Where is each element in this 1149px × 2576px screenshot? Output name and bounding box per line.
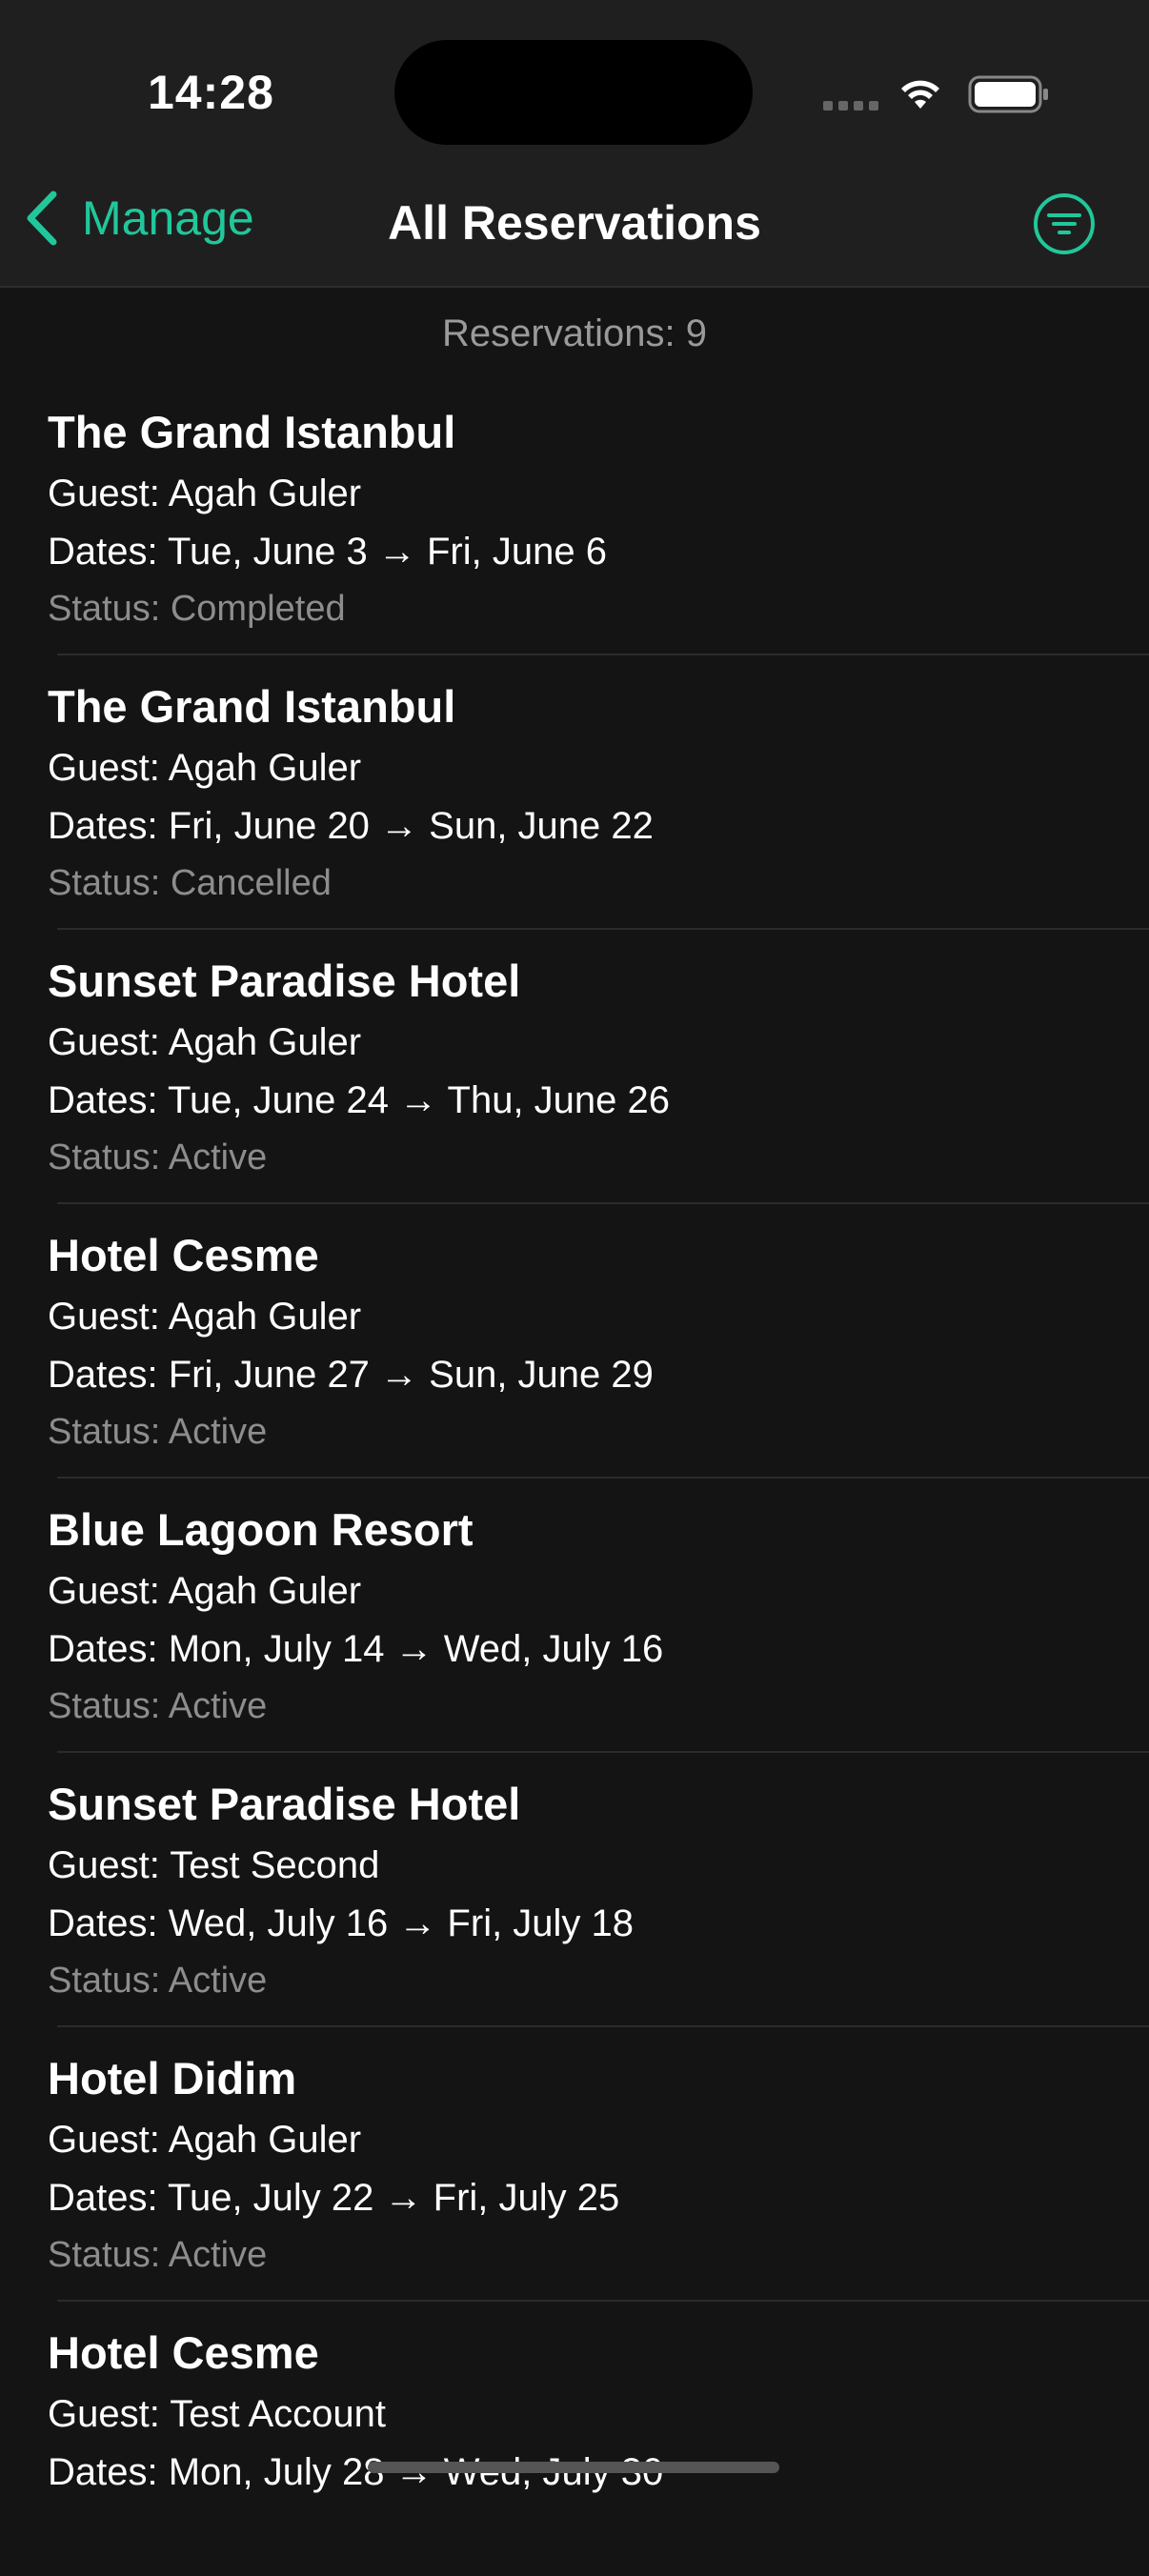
reservation-dates: Dates: Tue, June 24 → Thu, June 26: [48, 1079, 671, 1121]
reservation-row[interactable]: Blue Lagoon Resort Guest: Agah Guler Dat…: [0, 1479, 1149, 1753]
reservation-status: Status: Active: [48, 1137, 268, 1177]
reservation-count: Reservations: 9: [442, 312, 707, 354]
battery-icon: [968, 74, 1050, 119]
reservation-dates: Dates: Tue, June 3 → Fri, June 6: [48, 531, 607, 573]
reservation-status: Status: Active: [48, 1686, 268, 1726]
reservation-dates: Dates: Tue, July 22 → Fri, July 25: [48, 2177, 620, 2219]
guest-name: Guest: Agah Guler: [48, 473, 362, 514]
navigation-bar: 14:28 Manage All Reservations: [0, 0, 1149, 288]
wifi-icon: [896, 72, 945, 115]
reservation-status: Status: Active: [48, 2235, 268, 2275]
guest-name: Guest: Agah Guler: [48, 2119, 362, 2161]
filter-circle-icon: [1034, 193, 1095, 254]
hotel-name: Hotel Cesme: [48, 2327, 319, 2378]
page-title: All Reservations: [388, 196, 761, 250]
home-indicator: [368, 2462, 779, 2473]
hotel-name: Hotel Cesme: [48, 1230, 319, 1280]
guest-name: Guest: Agah Guler: [48, 1021, 362, 1063]
hotel-name: Blue Lagoon Resort: [48, 1504, 474, 1555]
reservation-row[interactable]: Hotel Cesme Guest: Test Account Dates: M…: [0, 2302, 1149, 2576]
status-time: 14:28: [148, 66, 274, 119]
dynamic-island: [394, 40, 753, 145]
reservation-dates: Dates: Mon, July 14 → Wed, July 16: [48, 1628, 664, 1670]
reservation-status: Status: Cancelled: [48, 863, 332, 903]
guest-name: Guest: Agah Guler: [48, 1296, 362, 1338]
cellular-signal-icon: [823, 101, 878, 111]
hotel-name: Sunset Paradise Hotel: [48, 956, 521, 1006]
reservation-status: Status: Active: [48, 1412, 268, 1452]
reservation-list: The Grand Istanbul Guest: Agah Guler Dat…: [0, 381, 1149, 2576]
guest-name: Guest: Agah Guler: [48, 747, 362, 789]
hotel-name: Hotel Didim: [48, 2053, 297, 2103]
reservation-status: Status: Active: [48, 1961, 268, 2001]
reservation-row[interactable]: Sunset Paradise Hotel Guest: Test Second…: [0, 1753, 1149, 2027]
hotel-name: The Grand Istanbul: [48, 681, 456, 732]
reservation-dates: Dates: Fri, June 27 → Sun, June 29: [48, 1354, 654, 1396]
reservation-dates: Dates: Fri, June 20 → Sun, June 22: [48, 805, 654, 847]
filter-button[interactable]: [1033, 192, 1096, 260]
reservation-status: Status: Completed: [48, 589, 346, 629]
reservation-row[interactable]: The Grand Istanbul Guest: Agah Guler Dat…: [0, 381, 1149, 655]
reservation-row[interactable]: The Grand Istanbul Guest: Agah Guler Dat…: [0, 655, 1149, 930]
reservation-row[interactable]: Sunset Paradise Hotel Guest: Agah Guler …: [0, 930, 1149, 1204]
hotel-name: Sunset Paradise Hotel: [48, 1779, 521, 1829]
reservation-row[interactable]: Hotel Cesme Guest: Agah Guler Dates: Fri…: [0, 1204, 1149, 1479]
guest-name: Guest: Test Account: [48, 2393, 387, 2435]
hotel-name: The Grand Istanbul: [48, 407, 456, 457]
reservation-row[interactable]: Hotel Didim Guest: Agah Guler Dates: Tue…: [0, 2027, 1149, 2302]
guest-name: Guest: Test Second: [48, 1844, 380, 1886]
guest-name: Guest: Agah Guler: [48, 1570, 362, 1612]
reservation-dates: Dates: Wed, July 16 → Fri, July 18: [48, 1902, 635, 1944]
